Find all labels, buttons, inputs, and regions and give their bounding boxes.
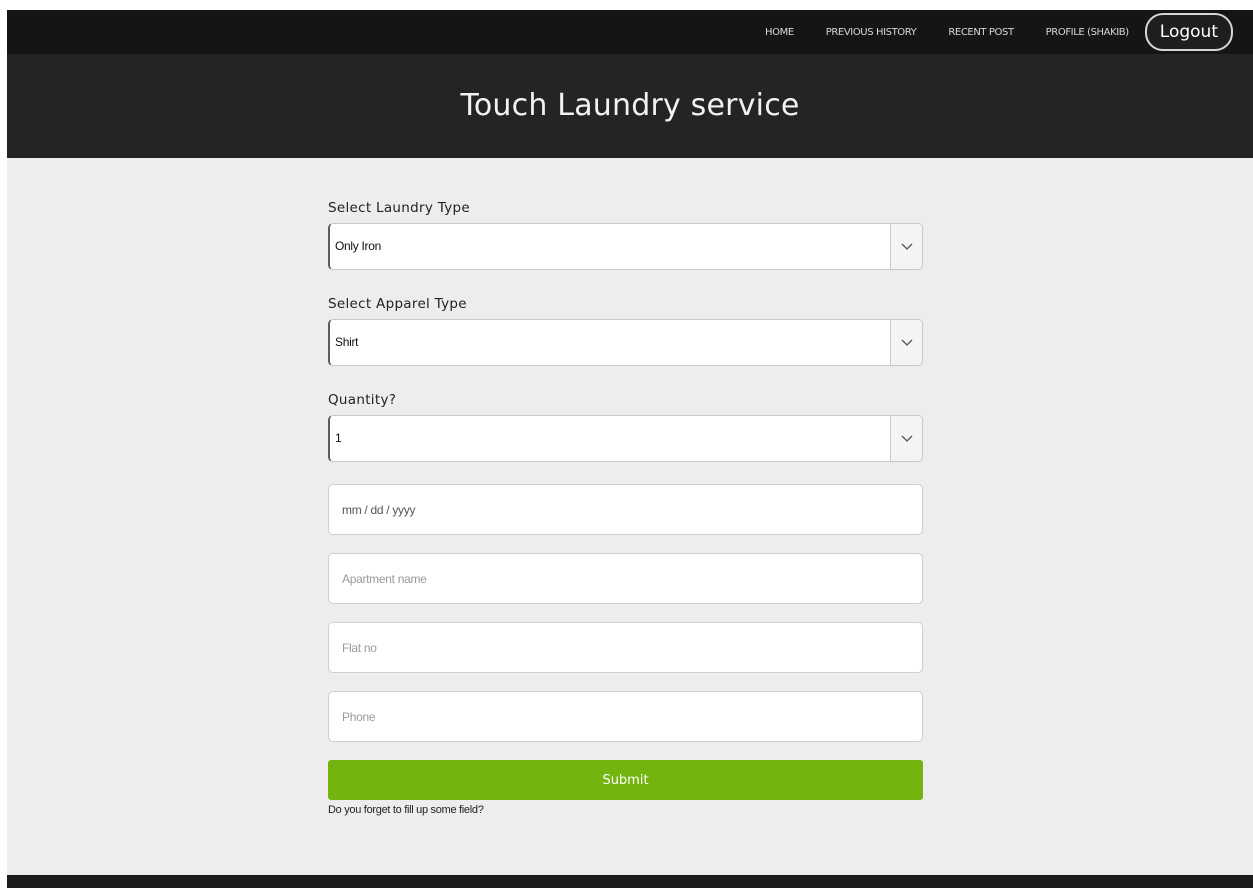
hero-banner: Touch Laundry service bbox=[7, 54, 1253, 158]
chevron-down-icon bbox=[890, 224, 922, 269]
phone-input[interactable] bbox=[328, 691, 923, 742]
main-nav: HOME PREVIOUS HISTORY RECENT POST PROFIL… bbox=[765, 10, 1233, 54]
logout-button[interactable]: Logout bbox=[1144, 13, 1233, 51]
date-input[interactable] bbox=[328, 484, 923, 535]
page-title: Touch Laundry service bbox=[460, 87, 800, 123]
laundry-type-value: Only Iron bbox=[335, 239, 381, 253]
submit-button[interactable]: Submit bbox=[328, 760, 923, 800]
apartment-name-input[interactable] bbox=[328, 553, 923, 604]
footer-bar bbox=[7, 875, 1253, 888]
chevron-down-icon bbox=[890, 416, 922, 461]
nav-profile-link[interactable]: PROFILE (SHAKIB) bbox=[1046, 27, 1130, 38]
quantity-select[interactable]: 1 bbox=[328, 415, 923, 462]
quantity-label: Quantity? bbox=[328, 392, 397, 408]
laundry-type-select[interactable]: Only Iron bbox=[328, 223, 923, 270]
nav-previous-history-link[interactable]: PREVIOUS HISTORY bbox=[826, 27, 917, 38]
nav-recent-post-link[interactable]: RECENT POST bbox=[948, 27, 1014, 38]
form-hint-text: Do you forget to fill up some field? bbox=[328, 804, 484, 816]
page: HOME PREVIOUS HISTORY RECENT POST PROFIL… bbox=[7, 10, 1253, 888]
laundry-order-form: Select Laundry Type Only Iron Select App… bbox=[328, 200, 923, 816]
apparel-type-label: Select Apparel Type bbox=[328, 296, 467, 312]
quantity-value: 1 bbox=[335, 431, 342, 445]
apparel-type-value: Shirt bbox=[335, 335, 359, 349]
laundry-type-label: Select Laundry Type bbox=[328, 200, 470, 216]
chevron-down-icon bbox=[890, 320, 922, 365]
top-navbar: HOME PREVIOUS HISTORY RECENT POST PROFIL… bbox=[7, 10, 1253, 54]
flat-no-input[interactable] bbox=[328, 622, 923, 673]
apparel-type-select[interactable]: Shirt bbox=[328, 319, 923, 366]
nav-home-link[interactable]: HOME bbox=[765, 27, 794, 38]
